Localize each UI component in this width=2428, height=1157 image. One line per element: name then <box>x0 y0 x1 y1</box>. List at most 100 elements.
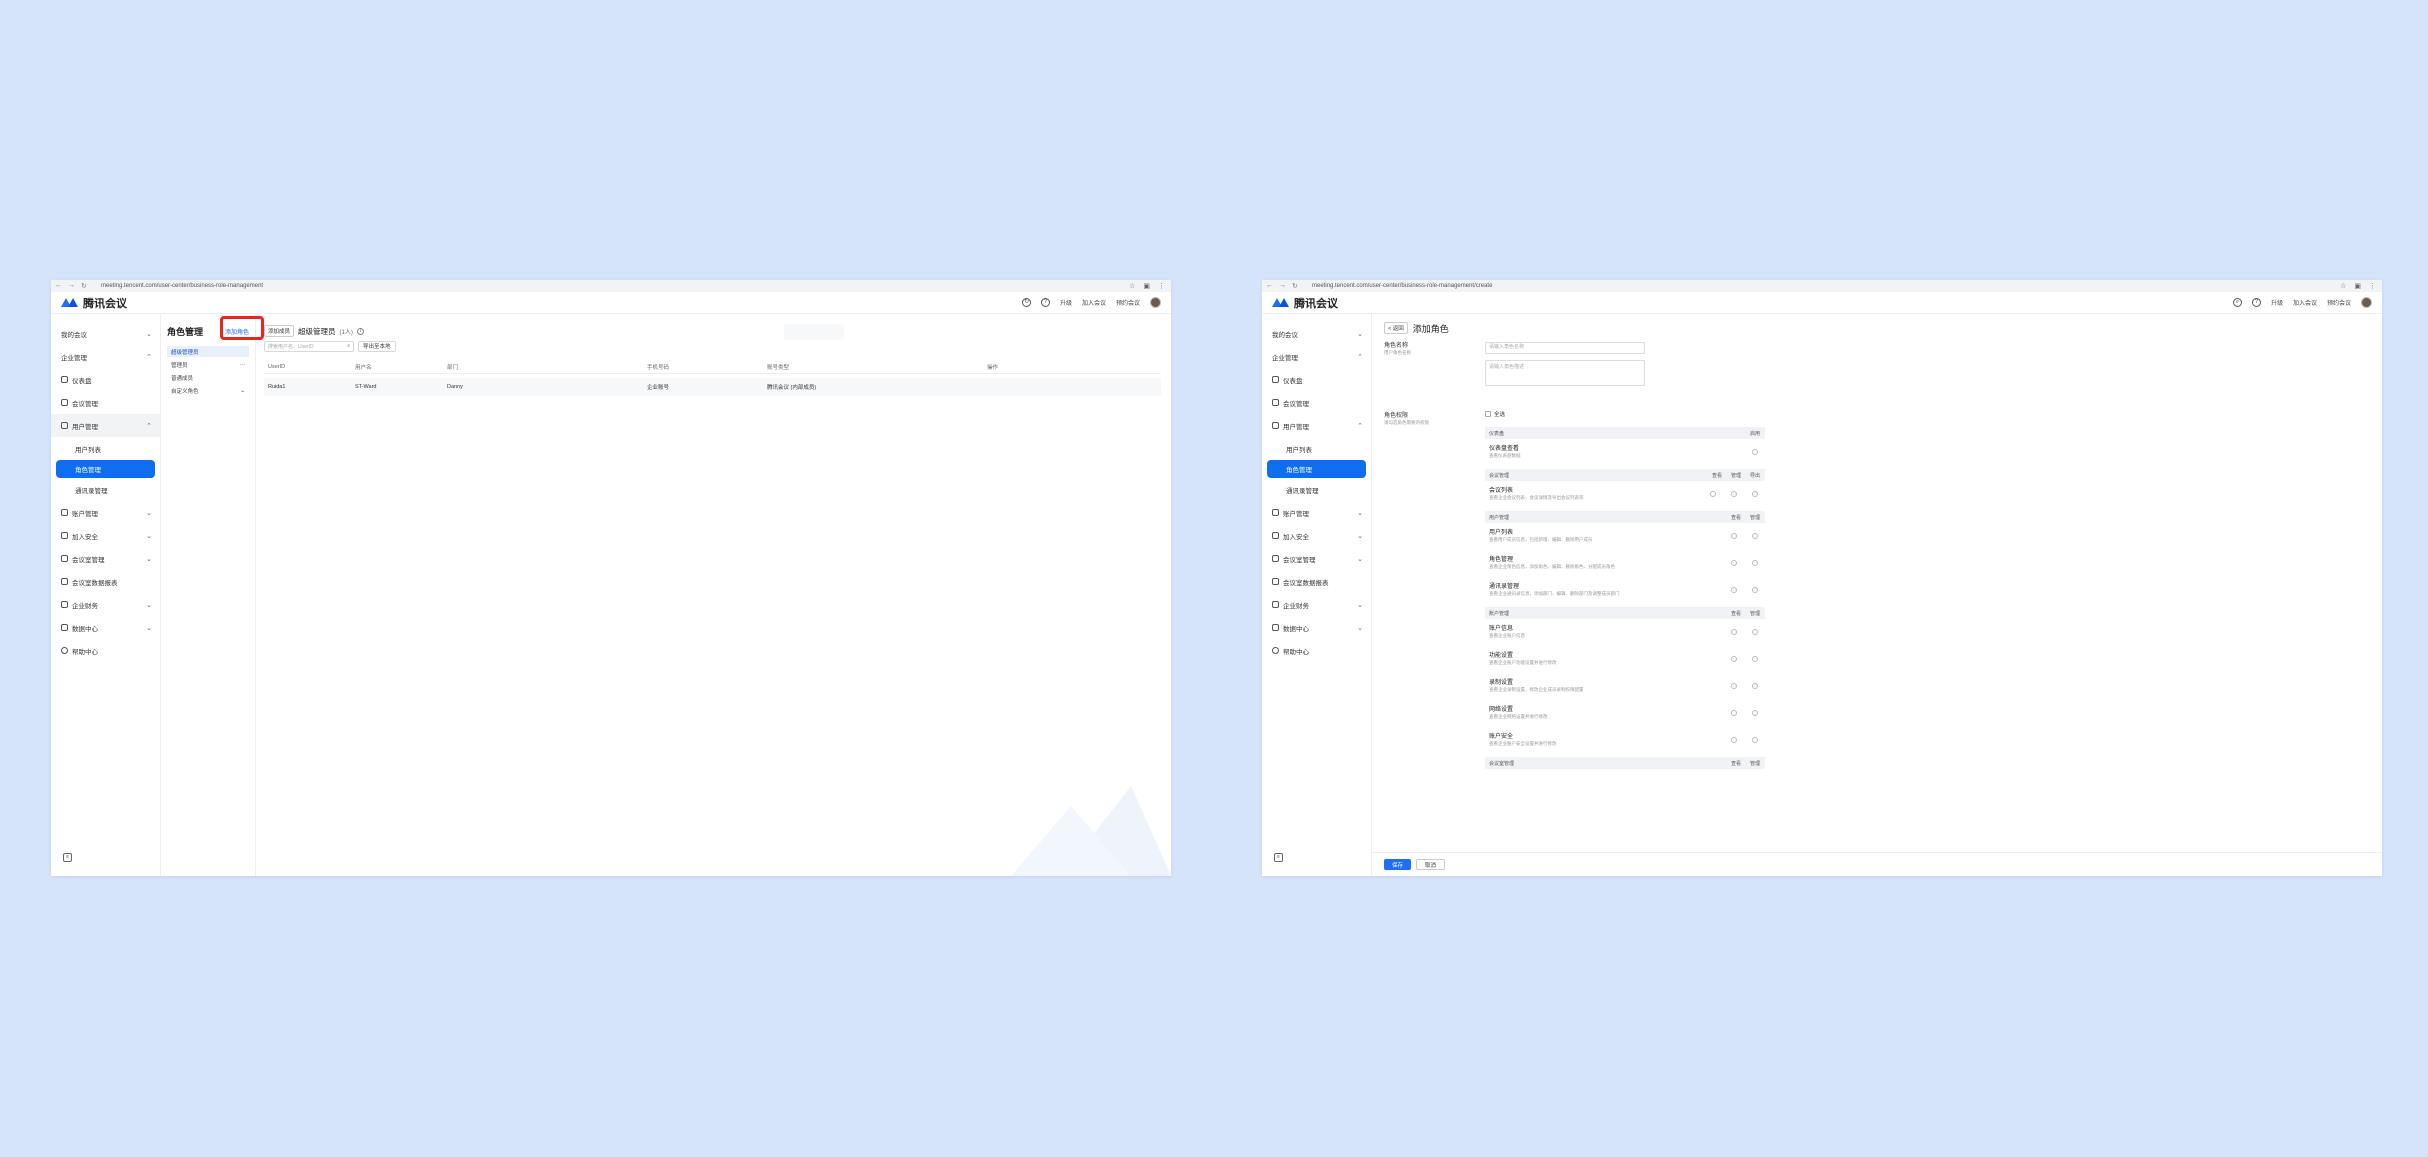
avatar[interactable] <box>1150 297 1161 308</box>
bookmark-icon[interactable]: ☆ <box>1129 282 1135 290</box>
header-link-schedule[interactable]: 预约会议 <box>1116 298 1140 307</box>
header-link-schedule[interactable]: 预约会议 <box>2327 298 2351 307</box>
sidebar-item-enterprise[interactable]: 企业管理 ⌃ <box>51 345 160 368</box>
sidebar-item-help[interactable]: 帮助中心 <box>1262 639 1371 662</box>
role-item[interactable]: 管理员 ··· <box>167 359 249 370</box>
help-icon[interactable]: ? <box>2251 298 2261 307</box>
more-icon[interactable]: ··· <box>240 362 246 368</box>
sidebar-item-security[interactable]: 加入安全 ⌄ <box>1262 524 1371 547</box>
sidebar-item-meetings[interactable]: 会议管理 <box>51 391 160 414</box>
save-button[interactable]: 保存 <box>1384 859 1412 870</box>
permission-radio[interactable] <box>1752 560 1758 566</box>
bookmark-icon[interactable]: ☆ <box>2340 282 2346 290</box>
search-icon[interactable]: ⌕ <box>2232 298 2242 307</box>
permission-radio[interactable] <box>1752 587 1758 593</box>
address-bar[interactable]: meeting.tencent.com/user-center/business… <box>1312 283 2340 289</box>
back-arrow-icon[interactable]: ← <box>55 282 62 290</box>
reload-icon[interactable]: ↻ <box>1292 282 1298 290</box>
refresh-icon[interactable]: ↻ <box>1021 298 1031 307</box>
menu-icon[interactable]: ⋮ <box>2369 282 2376 290</box>
app-logo[interactable]: 腾讯会议 <box>61 295 127 311</box>
sidebar-item-users[interactable]: 用户管理 ⌃ <box>1262 414 1371 437</box>
sidebar-item-room-reports[interactable]: 会议室数据报表 <box>1262 570 1371 593</box>
permission-radio[interactable] <box>1731 491 1737 497</box>
checkbox-icon[interactable] <box>1485 411 1491 417</box>
search-input[interactable]: 搜索用户名、UserID ⌕ <box>264 340 354 352</box>
app-logo[interactable]: 腾讯会议 <box>1272 295 1338 311</box>
sidebar-item-finance[interactable]: 企业财务 ⌄ <box>51 593 160 616</box>
permission-radio[interactable] <box>1752 683 1758 689</box>
role-description-input[interactable]: 请输入角色描述 <box>1485 360 1645 386</box>
permission-radio[interactable] <box>1752 491 1758 497</box>
sidebar-item-user-list[interactable]: 用户列表 <box>51 437 160 460</box>
sidebar-item-security[interactable]: 加入安全 ⌄ <box>51 524 160 547</box>
sidebar-item-dashboard[interactable]: 仪表盘 <box>1262 368 1371 391</box>
collapse-sidebar-icon[interactable]: ≡ <box>63 853 72 862</box>
sidebar-item-meetings[interactable]: 会议管理 <box>1262 391 1371 414</box>
search-icon[interactable]: ⌕ <box>347 343 350 349</box>
menu-icon[interactable]: ⋮ <box>1158 282 1165 290</box>
role-item[interactable]: 普通成员 <box>167 372 249 383</box>
sidebar-item-account[interactable]: 账户管理 ⌄ <box>1262 501 1371 524</box>
sidebar-item-contacts[interactable]: 通讯录管理 <box>1262 478 1371 501</box>
sidebar-item-contacts[interactable]: 通讯录管理 <box>51 478 160 501</box>
table-row[interactable]: Ruida1 ST-Ward Danny 企业账号 腾讯会议 (内部成员) <box>264 378 1161 396</box>
export-button[interactable]: 导出至本地 <box>358 340 396 352</box>
chevron-down-icon[interactable]: ⌄ <box>240 388 245 394</box>
back-button[interactable]: < 返回 <box>1384 322 1408 334</box>
role-item[interactable]: 自定义角色 ⌄ <box>167 385 249 396</box>
reload-icon[interactable]: ↻ <box>81 282 87 290</box>
permission-radio[interactable] <box>1752 737 1758 743</box>
sidebar-item-enterprise[interactable]: 企业管理 ⌃ <box>1262 345 1371 368</box>
permission-radio[interactable] <box>1710 491 1716 497</box>
role-item[interactable]: 超级管理员 <box>167 346 249 357</box>
extensions-icon[interactable]: ▣ <box>2354 282 2361 290</box>
collapse-sidebar-icon[interactable]: ≡ <box>1274 853 1283 862</box>
permission-radio[interactable] <box>1752 656 1758 662</box>
sidebar-item-users[interactable]: 用户管理 ⌃ <box>51 414 160 437</box>
permission-radio[interactable] <box>1731 656 1737 662</box>
sidebar-item-rooms[interactable]: 会议室管理 ⌄ <box>1262 547 1371 570</box>
help-icon[interactable]: ? <box>1040 298 1050 307</box>
sidebar-item-dashboard[interactable]: 仪表盘 <box>51 368 160 391</box>
browser-nav[interactable]: ← → ↻ <box>1266 282 1312 290</box>
browser-nav[interactable]: ← → ↻ <box>55 282 101 290</box>
sidebar-item-finance[interactable]: 企业财务 ⌄ <box>1262 593 1371 616</box>
info-icon[interactable]: i <box>356 327 364 335</box>
sidebar-item-user-list[interactable]: 用户列表 <box>1262 437 1371 460</box>
sidebar-item-roles[interactable]: 角色管理 <box>1267 460 1366 478</box>
sidebar-item-help[interactable]: 帮助中心 <box>51 639 160 662</box>
sidebar-item-my-meetings[interactable]: 我的会议 ⌄ <box>51 322 160 345</box>
sidebar-item-my-meetings[interactable]: 我的会议 ⌄ <box>1262 322 1371 345</box>
permission-radio[interactable] <box>1731 587 1737 593</box>
forward-arrow-icon[interactable]: → <box>1279 282 1286 290</box>
select-all-checkbox[interactable]: 全选 <box>1485 410 1505 418</box>
address-bar[interactable]: meeting.tencent.com/user-center/business… <box>101 283 1129 289</box>
header-link-join[interactable]: 加入会议 <box>2293 298 2317 307</box>
cancel-button[interactable]: 取消 <box>1416 859 1446 870</box>
permission-radio[interactable] <box>1752 629 1758 635</box>
role-name-input[interactable]: 请输入角色名称 <box>1485 342 1645 354</box>
sidebar-item-data-center[interactable]: 数据中心 ⌄ <box>51 616 160 639</box>
permission-radio[interactable] <box>1752 710 1758 716</box>
sidebar-item-room-reports[interactable]: 会议室数据报表 <box>51 570 160 593</box>
permission-radio[interactable] <box>1731 560 1737 566</box>
add-member-button[interactable]: 添加成员 <box>264 325 295 337</box>
permission-radio[interactable] <box>1731 533 1737 539</box>
avatar[interactable] <box>2361 297 2372 308</box>
forward-arrow-icon[interactable]: → <box>68 282 75 290</box>
permission-radio[interactable] <box>1731 683 1737 689</box>
extensions-icon[interactable]: ▣ <box>1143 282 1150 290</box>
header-link-upgrade[interactable]: 升级 <box>2271 298 2283 307</box>
sidebar-item-roles[interactable]: 角色管理 <box>56 460 155 478</box>
header-link-join[interactable]: 加入会议 <box>1082 298 1106 307</box>
sidebar-item-data-center[interactable]: 数据中心 ⌄ <box>1262 616 1371 639</box>
permission-radio[interactable] <box>1731 629 1737 635</box>
sidebar-item-rooms[interactable]: 会议室管理 ⌄ <box>51 547 160 570</box>
header-link-upgrade[interactable]: 升级 <box>1060 298 1072 307</box>
back-arrow-icon[interactable]: ← <box>1266 282 1273 290</box>
permission-radio[interactable] <box>1731 737 1737 743</box>
permission-radio[interactable] <box>1731 710 1737 716</box>
sidebar-item-account[interactable]: 账户管理 ⌄ <box>51 501 160 524</box>
permission-radio[interactable] <box>1752 449 1758 455</box>
